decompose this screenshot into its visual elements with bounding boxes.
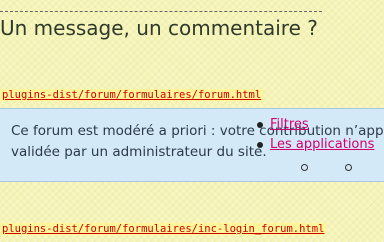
template-path-forum: plugins-dist/forum/formulaires/forum.htm… xyxy=(0,89,264,101)
dropdown-menu: Filtres Les applications xyxy=(257,117,374,157)
circle-bullet-icon xyxy=(345,164,352,171)
menu-link-filtres[interactable]: Filtres xyxy=(270,117,309,132)
circle-bullet-icon xyxy=(301,164,308,171)
template-path-login: plugins-dist/forum/formulaires/inc-login… xyxy=(0,223,327,235)
menu-item-filtres[interactable]: Filtres xyxy=(257,117,374,137)
bullet-icon xyxy=(257,122,263,128)
notice-line-2: validée par un administrateur du site. xyxy=(11,144,267,160)
menu-item-applications[interactable]: Les applications xyxy=(257,137,374,157)
menu-link-applications[interactable]: Les applications xyxy=(270,137,374,152)
title-divider xyxy=(0,11,322,12)
bullet-icon xyxy=(257,142,263,148)
page-title: Un message, un commentaire ? xyxy=(0,16,318,40)
